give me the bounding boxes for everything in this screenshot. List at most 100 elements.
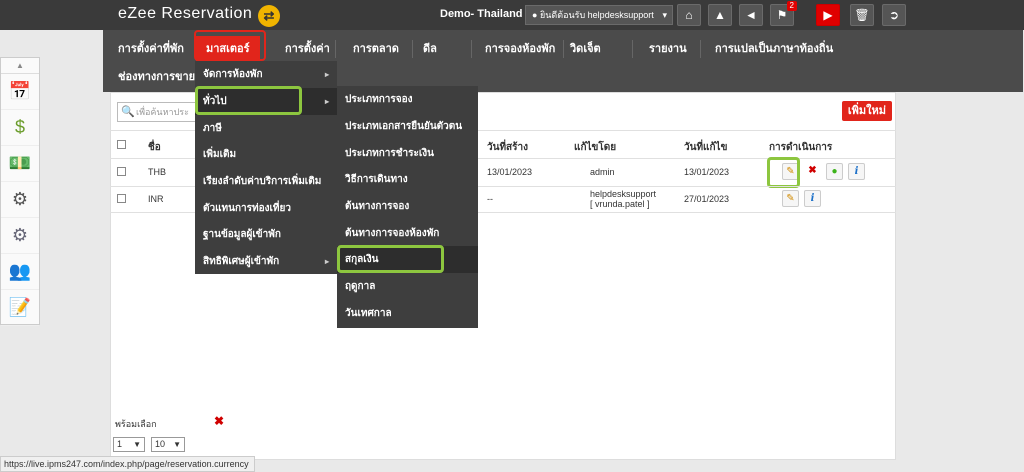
- chevron-right-icon: ▸: [324, 70, 329, 79]
- nav-reports[interactable]: รายงาน: [639, 36, 697, 62]
- row-modified-date: 27/01/2023: [684, 194, 730, 204]
- row-modified-date: 13/01/2023: [684, 167, 730, 177]
- row-created: --: [487, 194, 493, 204]
- nav-divider: [335, 40, 336, 58]
- property-name: Demo- Thailand: [440, 8, 523, 20]
- chevron-right-icon: ▸: [324, 97, 329, 106]
- submenu-reservation-type[interactable]: ประเภทการจอง: [337, 86, 478, 113]
- chevron-right-icon: ▸: [324, 257, 329, 266]
- clear-selection-icon[interactable]: ✖: [214, 414, 224, 428]
- menu-label: ฐานข้อมูลผู้เข้าพัก: [203, 229, 281, 240]
- nav-reservations[interactable]: การจองห้องพัก: [475, 36, 565, 62]
- row-created: 13/01/2023: [487, 167, 533, 177]
- home-icon[interactable]: ⌂: [677, 4, 701, 26]
- megaphone-icon[interactable]: ◄: [739, 4, 763, 26]
- settings-panel-icon[interactable]: ⚙: [1, 218, 39, 254]
- col-actions: การดำเนินการ: [769, 142, 833, 153]
- nav-property-settings[interactable]: การตั้งค่าที่พัก: [108, 36, 194, 62]
- nav-settings[interactable]: การตั้งค่า: [275, 36, 340, 62]
- nav-sales-channel[interactable]: ช่องทางการขาย: [108, 64, 205, 90]
- brand-logo: eZee Reservation: [118, 5, 253, 22]
- nav-localization[interactable]: การแปลเป็นภาษาท้องถิ่น: [705, 36, 843, 62]
- highlight-currency: [337, 245, 444, 273]
- submenu-booking-source[interactable]: ต้นทางการจอง: [337, 193, 478, 220]
- menu-label: เรียงลำดับค่าบริการเพิ่มเติม: [203, 176, 322, 187]
- col-modified-by[interactable]: แก้ไขโดย: [574, 140, 616, 155]
- col-modified-date[interactable]: วันที่แก้ไข: [684, 140, 727, 155]
- highlight-master: [194, 30, 266, 61]
- cash-icon[interactable]: 💵: [1, 146, 39, 182]
- per-page-value: 10: [155, 439, 166, 449]
- scroll-up-icon[interactable]: ▲: [1, 58, 39, 74]
- menu-guest-database[interactable]: ฐานข้อมูลผู้เข้าพัก: [195, 221, 337, 248]
- search-placeholder: เพื่อค้นหาประ: [136, 107, 189, 117]
- search-icon: 🔍: [121, 106, 135, 118]
- highlight-edit: [767, 157, 800, 188]
- highlight-general: [195, 86, 302, 115]
- submenu-payment-type[interactable]: ประเภทการชำระเงิน: [337, 140, 478, 167]
- shuffle-icon[interactable]: ⇄: [258, 5, 280, 27]
- welcome-text: ยินดีต้อนรับ helpdesksupport: [539, 10, 654, 20]
- submenu-travel-method[interactable]: วิธีการเดินทาง: [337, 166, 478, 193]
- user-menu[interactable]: ● ยินดีต้อนรับ helpdesksupport ▾: [525, 5, 673, 25]
- row-name: INR: [148, 194, 164, 204]
- select-all-checkbox[interactable]: [117, 140, 126, 149]
- menu-label: ตัวแทนการท่องเที่ยว: [203, 203, 291, 214]
- money-bag-icon[interactable]: $: [1, 110, 39, 146]
- nav-marketing[interactable]: การตลาด: [343, 36, 409, 62]
- calendar-icon[interactable]: 📅: [1, 74, 39, 110]
- general-submenu: ประเภทการจอง ประเภทเอกสารยืนยันตัวตน ประ…: [337, 86, 478, 328]
- row-modified-by: helpdesksupport: [590, 189, 657, 199]
- nav-divider: [700, 40, 701, 58]
- chevron-down-icon: ▾: [662, 10, 667, 20]
- notification-badge: 2: [786, 1, 797, 11]
- search-input[interactable]: 🔍 เพื่อค้นหาประ: [117, 102, 197, 122]
- trash-icon[interactable]: 🗑: [850, 4, 874, 26]
- nav-divider: [471, 40, 472, 58]
- users-icon[interactable]: 👥: [1, 254, 39, 290]
- row-checkbox[interactable]: [117, 194, 126, 203]
- edit-icon[interactable]: ✎: [782, 190, 799, 207]
- chevron-down-icon: ▼: [133, 440, 141, 449]
- row-modified-by: admin: [590, 167, 615, 177]
- nav-deals[interactable]: ดีล: [413, 36, 447, 62]
- col-name[interactable]: ชื่อ: [148, 140, 161, 155]
- nav-widget[interactable]: วิดเจ็ต: [560, 36, 611, 62]
- left-toolbar: ▲ 📅 $ 💵 ⚙ ⚙ 👥 📝: [0, 57, 40, 326]
- menu-label: เพิ่มเติม: [203, 149, 237, 160]
- menu-travel-agent[interactable]: ตัวแทนการท่องเที่ยว: [195, 195, 337, 222]
- user-icon: ●: [532, 10, 538, 20]
- bell-icon[interactable]: ▲: [708, 4, 732, 26]
- gear-icon[interactable]: ⚙: [1, 182, 39, 218]
- chevron-down-icon: ▼: [173, 440, 181, 449]
- menu-tax[interactable]: ภาษี: [195, 115, 337, 142]
- logout-icon[interactable]: ➲: [882, 4, 906, 26]
- info-icon[interactable]: i: [804, 190, 821, 207]
- per-page-select[interactable]: 10 ▼: [151, 437, 185, 452]
- menu-manage-rooms[interactable]: จัดการห้องพัก ▸: [195, 61, 337, 88]
- notes-icon[interactable]: 📝: [1, 290, 39, 326]
- submenu-festival[interactable]: วันเทศกาล: [337, 300, 478, 327]
- delete-icon[interactable]: ✖: [804, 163, 821, 180]
- menu-label: ภาษี: [203, 123, 222, 134]
- submenu-season[interactable]: ฤดูกาล: [337, 273, 478, 300]
- submenu-room-booking-source[interactable]: ต้นทางการจองห้องพัก: [337, 220, 478, 247]
- row-checkbox[interactable]: [117, 167, 126, 176]
- row-modified-by-alias: [ vrunda.patel ]: [590, 199, 650, 209]
- col-created-date[interactable]: วันที่สร้าง: [487, 140, 528, 155]
- status-bar-url: https://live.ipms247.com/index.php/page/…: [0, 456, 255, 472]
- nav-divider: [632, 40, 633, 58]
- youtube-icon[interactable]: ▶: [816, 4, 840, 26]
- menu-extras[interactable]: เพิ่มเติม: [195, 141, 337, 168]
- info-icon[interactable]: i: [848, 163, 865, 180]
- page-select[interactable]: 1 ▼: [113, 437, 145, 452]
- add-new-button[interactable]: เพิ่มใหม่: [842, 101, 892, 121]
- top-bar: eZee Reservation ⇄ Demo- Thailand ● ยินด…: [0, 0, 1024, 30]
- submenu-id-document-type[interactable]: ประเภทเอกสารยืนยันตัวตน: [337, 113, 478, 140]
- flag-icon[interactable]: ⚑ 2: [770, 1, 797, 26]
- menu-guest-privileges[interactable]: สิทธิพิเศษผู้เข้าพัก ▸: [195, 248, 337, 275]
- menu-label: สิทธิพิเศษผู้เข้าพัก: [203, 256, 280, 267]
- row-name: THB: [148, 167, 166, 177]
- menu-extra-order[interactable]: เรียงลำดับค่าบริการเพิ่มเติม: [195, 168, 337, 195]
- status-dot-icon[interactable]: ●: [826, 163, 843, 180]
